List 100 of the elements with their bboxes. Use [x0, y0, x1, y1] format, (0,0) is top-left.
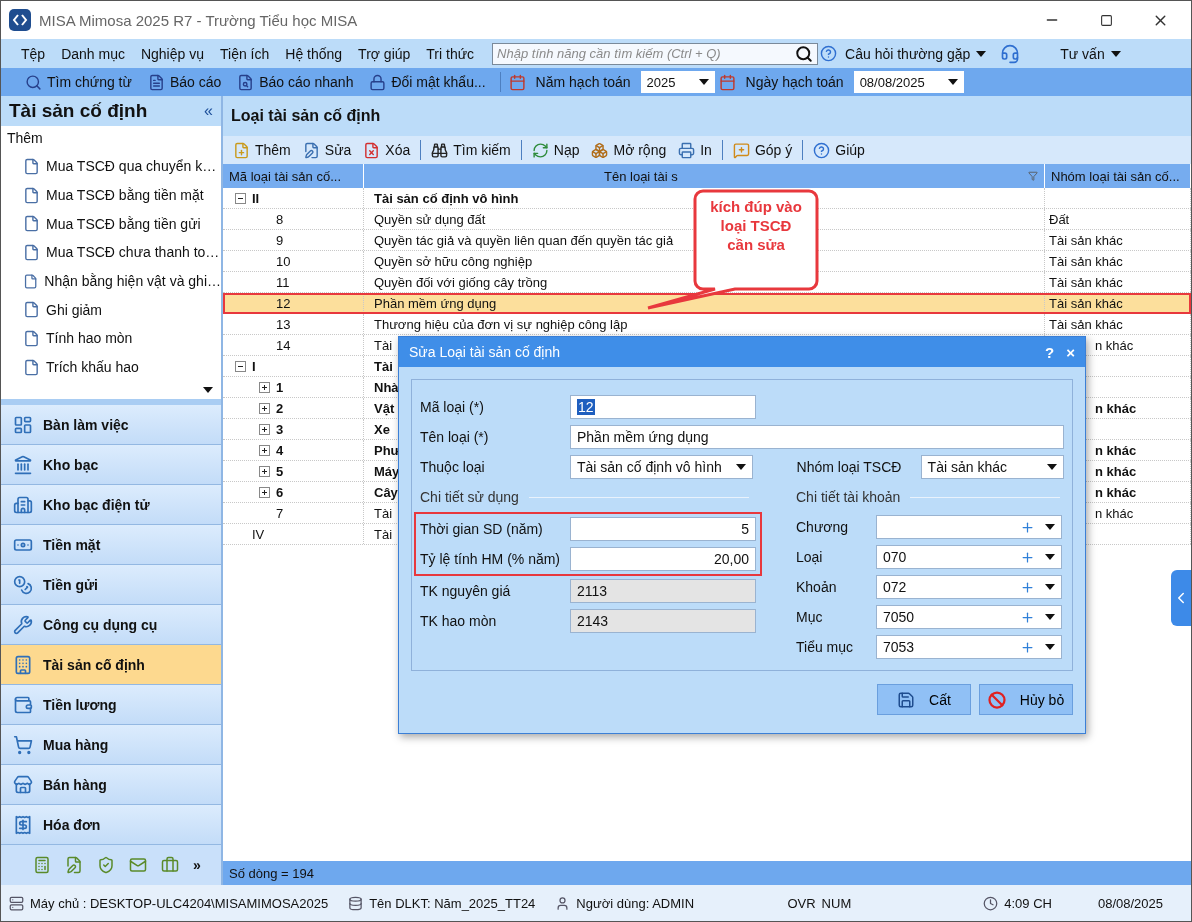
cancel-button[interactable]: Hủy bỏ — [979, 684, 1073, 715]
menu-item[interactable]: Hệ thống — [277, 45, 351, 62]
nav-button[interactable]: Công cụ dụng cụ — [1, 605, 221, 645]
table-cell: Thương hiệu của đơn vị sự nghiệp công lập — [374, 316, 628, 332]
nav-button[interactable]: Bán hàng — [1, 765, 221, 805]
section-title: Chi tiết tài khoản — [796, 489, 901, 505]
table-cell: Vật — [374, 400, 395, 416]
nav-button[interactable]: Tiền mặt — [1, 525, 221, 565]
collapse-icon[interactable] — [235, 192, 246, 204]
field-label: TK hao mòn — [420, 613, 498, 629]
group-select[interactable]: Tài sản khác — [920, 455, 1064, 479]
side-panel-handle[interactable] — [1171, 570, 1191, 626]
toolbar-button[interactable]: Xóa — [357, 141, 417, 159]
account-field: 2113 — [570, 579, 756, 603]
column-header[interactable]: Tên loại tài s — [364, 164, 1045, 188]
expand-icon[interactable] — [259, 423, 270, 435]
toolbar-button[interactable]: In — [672, 141, 718, 159]
expand-icon[interactable] — [259, 486, 270, 498]
help-link[interactable]: Câu hỏi thường gặp — [845, 45, 987, 62]
number-field[interactable]: 5 — [570, 517, 756, 541]
menu-item[interactable]: Danh mục — [53, 45, 133, 62]
code-field[interactable]: 12 — [570, 395, 756, 419]
collapse-button[interactable]: « — [204, 102, 213, 120]
filter-icon — [1028, 171, 1038, 181]
table-cell: Máy — [374, 463, 400, 479]
code-select[interactable] — [876, 515, 1062, 539]
nav-button[interactable]: Mua hàng — [1, 725, 221, 765]
plus-icon[interactable] — [1020, 579, 1035, 595]
toolbar-button[interactable]: Báo cáo nhanh — [231, 73, 360, 91]
menu-item[interactable]: Tiện ích — [212, 45, 278, 62]
collapse-icon[interactable] — [235, 360, 246, 372]
number-field[interactable]: 20,00 — [570, 547, 756, 571]
document-icon — [23, 301, 40, 319]
expand-icon[interactable] — [259, 444, 270, 456]
task-item[interactable]: Mua TSCĐ bằng tiền mặt — [1, 180, 221, 210]
document-icon — [23, 157, 40, 175]
parent-select[interactable]: Tài sản cố định vô hình — [570, 455, 753, 479]
menu-item[interactable]: Tệp — [13, 45, 54, 62]
nav-button[interactable]: Tiền gửi — [1, 565, 221, 605]
cancel-icon — [987, 690, 1006, 709]
help-link[interactable]: Tư vấn — [1060, 45, 1121, 62]
task-item[interactable]: Ghi giảm — [1, 295, 221, 325]
plus-icon[interactable] — [1020, 549, 1035, 565]
toolbar-button[interactable]: Tìm kiếm — [425, 141, 517, 159]
menu-item[interactable]: Nghiệp vụ — [132, 45, 212, 62]
toolbar-button[interactable]: Tìm chứng từ — [19, 73, 138, 91]
expand-icon[interactable] — [259, 381, 270, 393]
nav-button[interactable]: Tiền lương — [1, 685, 221, 725]
briefcase-icon[interactable] — [161, 856, 179, 874]
plus-icon[interactable] — [1020, 609, 1035, 625]
file-plus-icon — [233, 141, 250, 159]
maximize-icon[interactable] — [1099, 13, 1113, 27]
document-search-icon — [237, 73, 255, 91]
nav-button[interactable]: Bàn làm việc — [1, 405, 221, 445]
plus-icon[interactable] — [1020, 519, 1035, 535]
task-item[interactable]: Mua TSCĐ qua chuyển k… — [1, 152, 221, 181]
nav-button[interactable]: Kho bạc — [1, 445, 221, 485]
task-item[interactable]: Tính hao mòn — [1, 324, 221, 353]
file-pen-icon[interactable] — [65, 856, 83, 874]
toolbar-button[interactable]: Sửa — [296, 141, 358, 159]
task-item[interactable]: Nhận bằng hiện vật và ghi… — [1, 266, 221, 296]
name-field[interactable]: Phần mềm ứng dụng — [570, 425, 1064, 449]
column-header[interactable]: Mã loại tài sản cố... — [223, 164, 364, 188]
expand-icon[interactable] — [259, 465, 270, 477]
code-select[interactable]: 7053 — [876, 635, 1062, 659]
save-button[interactable]: Cất — [877, 684, 971, 715]
fiscal-year-select[interactable]: 2025 — [640, 71, 715, 93]
dropdown-caret-icon — [947, 79, 958, 85]
dropdown-caret-icon — [1045, 644, 1055, 650]
code-select[interactable]: 072 — [876, 575, 1062, 599]
expand-icon[interactable] — [259, 402, 270, 414]
toolbar-button[interactable]: Báo cáo — [141, 73, 228, 91]
shield-check-icon[interactable] — [97, 856, 115, 874]
column-header[interactable]: Nhóm loại tài sản cố... — [1045, 164, 1191, 188]
menu-item[interactable]: Tri thức — [418, 45, 483, 62]
code-select[interactable]: 7050 — [876, 605, 1062, 629]
menu-item[interactable]: Trợ giúp — [350, 45, 419, 62]
toolbar-button[interactable]: Nạp — [525, 141, 586, 159]
task-item[interactable]: Mua TSCĐ chưa thanh to… — [1, 238, 221, 267]
field-label: TK nguyên giá — [420, 583, 512, 599]
toolbar-button[interactable]: Mở rộng — [585, 141, 673, 159]
posting-date-select[interactable]: 08/08/2025 — [853, 71, 964, 93]
receipt-icon — [13, 814, 33, 835]
toolbar-button[interactable]: Thêm — [227, 141, 297, 159]
more-button[interactable]: » — [193, 857, 201, 873]
file-x-icon — [363, 141, 381, 159]
table-cell: Xe — [374, 421, 390, 437]
plus-icon[interactable] — [1020, 639, 1035, 655]
table-cell: I — [252, 358, 256, 374]
mail-icon[interactable] — [129, 856, 147, 874]
toolbar-button[interactable]: Góp ý — [726, 141, 799, 159]
calculator-icon[interactable] — [33, 856, 51, 874]
nav-button[interactable]: Hóa đơn — [1, 805, 221, 845]
code-select[interactable]: 070 — [876, 545, 1062, 569]
task-item[interactable]: Trích khấu hao — [1, 352, 221, 382]
toolbar-button[interactable]: Đổi mật khẩu... — [363, 73, 492, 91]
nav-button[interactable]: Tài sản cố định — [1, 645, 221, 685]
nav-button[interactable]: Kho bạc điện tử — [1, 485, 221, 525]
task-item[interactable]: Mua TSCĐ bằng tiền gửi — [1, 209, 221, 239]
toolbar-button[interactable]: Giúp — [807, 141, 871, 159]
